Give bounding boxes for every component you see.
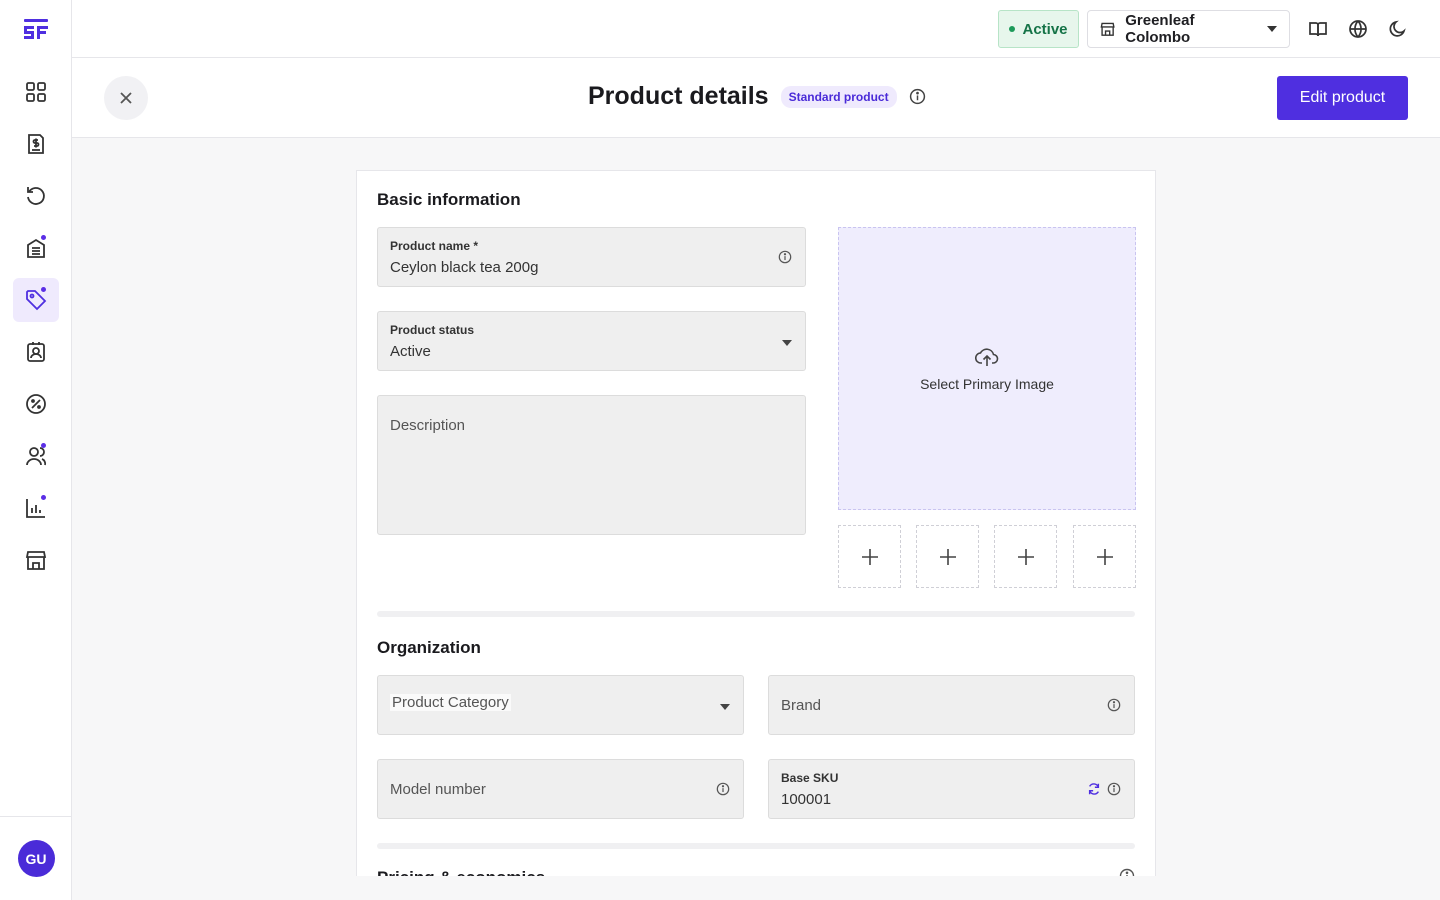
store-icon (25, 551, 47, 570)
info-icon[interactable] (778, 250, 792, 264)
product-name-label: Product name * (390, 239, 479, 253)
info-icon[interactable] (716, 782, 730, 796)
status-dot (1009, 26, 1016, 32)
description-placeholder: Description (390, 417, 466, 434)
sidebar-item-customers[interactable] (13, 330, 59, 374)
info-icon[interactable] (1107, 782, 1121, 796)
product-status-value: Active (390, 343, 431, 360)
add-image-slot-1[interactable] (838, 525, 901, 588)
store-status-label: Active (1022, 20, 1068, 38)
model-number-placeholder: Model number (390, 781, 486, 798)
tag-icon (26, 290, 47, 311)
globe-icon (1349, 20, 1367, 38)
model-number-field[interactable]: Model number (377, 759, 744, 819)
info-icon[interactable] (1107, 698, 1121, 712)
sidebar-item-products[interactable] (13, 278, 59, 322)
grid-icon (26, 82, 46, 102)
sidebar-footer: GU (0, 816, 72, 900)
add-image-slot-4[interactable] (1073, 525, 1136, 588)
docs-button[interactable] (1306, 17, 1330, 41)
brand-placeholder: Brand (781, 697, 822, 714)
product-status-select[interactable]: Product status Active (377, 311, 806, 371)
discount-icon (26, 394, 46, 414)
product-form-card: Basic information Product name * Ceylon … (356, 170, 1156, 876)
user-avatar[interactable]: GU (17, 840, 55, 877)
sidebar-item-returns[interactable] (13, 174, 59, 218)
plus-icon (1017, 548, 1034, 565)
product-name-field[interactable]: Product name * Ceylon black tea 200g (377, 227, 806, 287)
logo-icon (24, 19, 48, 39)
store-name: Greenleaf Colombo (1125, 12, 1195, 46)
sidebar-item-discounts[interactable] (13, 382, 59, 426)
notification-dot (41, 495, 46, 500)
section-title-organization: Organization (377, 638, 481, 657)
product-status-label: Product status (390, 323, 475, 337)
language-button[interactable] (1346, 17, 1370, 41)
moon-icon (1389, 20, 1406, 37)
section-title-pricing: Pricing & economics (377, 868, 545, 876)
base-sku-field[interactable]: Base SKU 100001 (768, 759, 1135, 819)
product-category-select[interactable]: Product Category (377, 675, 744, 735)
sidebar-item-dashboard[interactable] (13, 70, 59, 114)
plus-icon (939, 548, 956, 565)
cloud-upload-icon (975, 347, 999, 366)
plus-icon (861, 548, 878, 565)
primary-image-label: Select Primary Image (920, 375, 1054, 392)
app-logo[interactable] (0, 0, 72, 58)
chart-icon (26, 499, 45, 518)
store-icon (1100, 22, 1115, 36)
add-image-slot-3[interactable] (994, 525, 1057, 588)
store-status-badge: Active (998, 10, 1079, 48)
product-name-value: Ceylon black tea 200g (390, 259, 539, 276)
invoice-dollar-icon (28, 134, 44, 154)
sidebar-item-sales[interactable] (13, 122, 59, 166)
primary-image-uploader[interactable]: Select Primary Image (838, 227, 1136, 510)
sidebar-item-reports[interactable] (13, 486, 59, 530)
users-icon (26, 447, 47, 466)
sidebar: GU (0, 0, 72, 900)
chevron-down-icon (1267, 26, 1277, 32)
section-divider (377, 611, 1135, 617)
contact-card-icon (27, 342, 45, 362)
chevron-down-icon (782, 340, 792, 346)
edit-product-button[interactable]: Edit product (1277, 76, 1408, 120)
close-icon (120, 92, 132, 104)
section-title-basic: Basic information (377, 190, 521, 209)
base-sku-value: 100001 (781, 791, 832, 808)
notification-dot (41, 287, 46, 292)
store-selector[interactable]: Greenleaf Colombo (1087, 10, 1290, 48)
refresh-icon (27, 187, 45, 205)
inventory-icon (27, 238, 45, 258)
chevron-down-icon (720, 704, 730, 710)
base-sku-label: Base SKU (781, 771, 839, 785)
page-header: Product details Standard product Edit pr… (72, 58, 1440, 138)
plus-icon (1096, 548, 1113, 565)
sidebar-item-inventory[interactable] (13, 226, 59, 270)
page-title: Product details (588, 82, 769, 110)
sidebar-nav (0, 70, 72, 590)
book-icon (1309, 22, 1327, 37)
section-divider (377, 843, 1135, 849)
topbar: Active Greenleaf Colombo (72, 0, 1440, 58)
regenerate-icon[interactable] (1087, 782, 1101, 796)
info-icon[interactable] (909, 88, 926, 105)
brand-field[interactable]: Brand (768, 675, 1135, 735)
notification-dot (41, 443, 46, 448)
add-image-slot-2[interactable] (916, 525, 979, 588)
product-category-placeholder: Product Category (390, 694, 511, 711)
theme-toggle[interactable] (1386, 17, 1410, 41)
sidebar-item-staff[interactable] (13, 434, 59, 478)
sidebar-item-stores[interactable] (13, 538, 59, 582)
description-textarea[interactable]: Description (377, 395, 806, 535)
info-icon[interactable] (1119, 868, 1135, 876)
notification-dot (41, 235, 46, 240)
product-type-badge: Standard product (780, 85, 897, 108)
title-group: Product details Standard product (588, 82, 926, 111)
close-button[interactable] (104, 76, 148, 120)
